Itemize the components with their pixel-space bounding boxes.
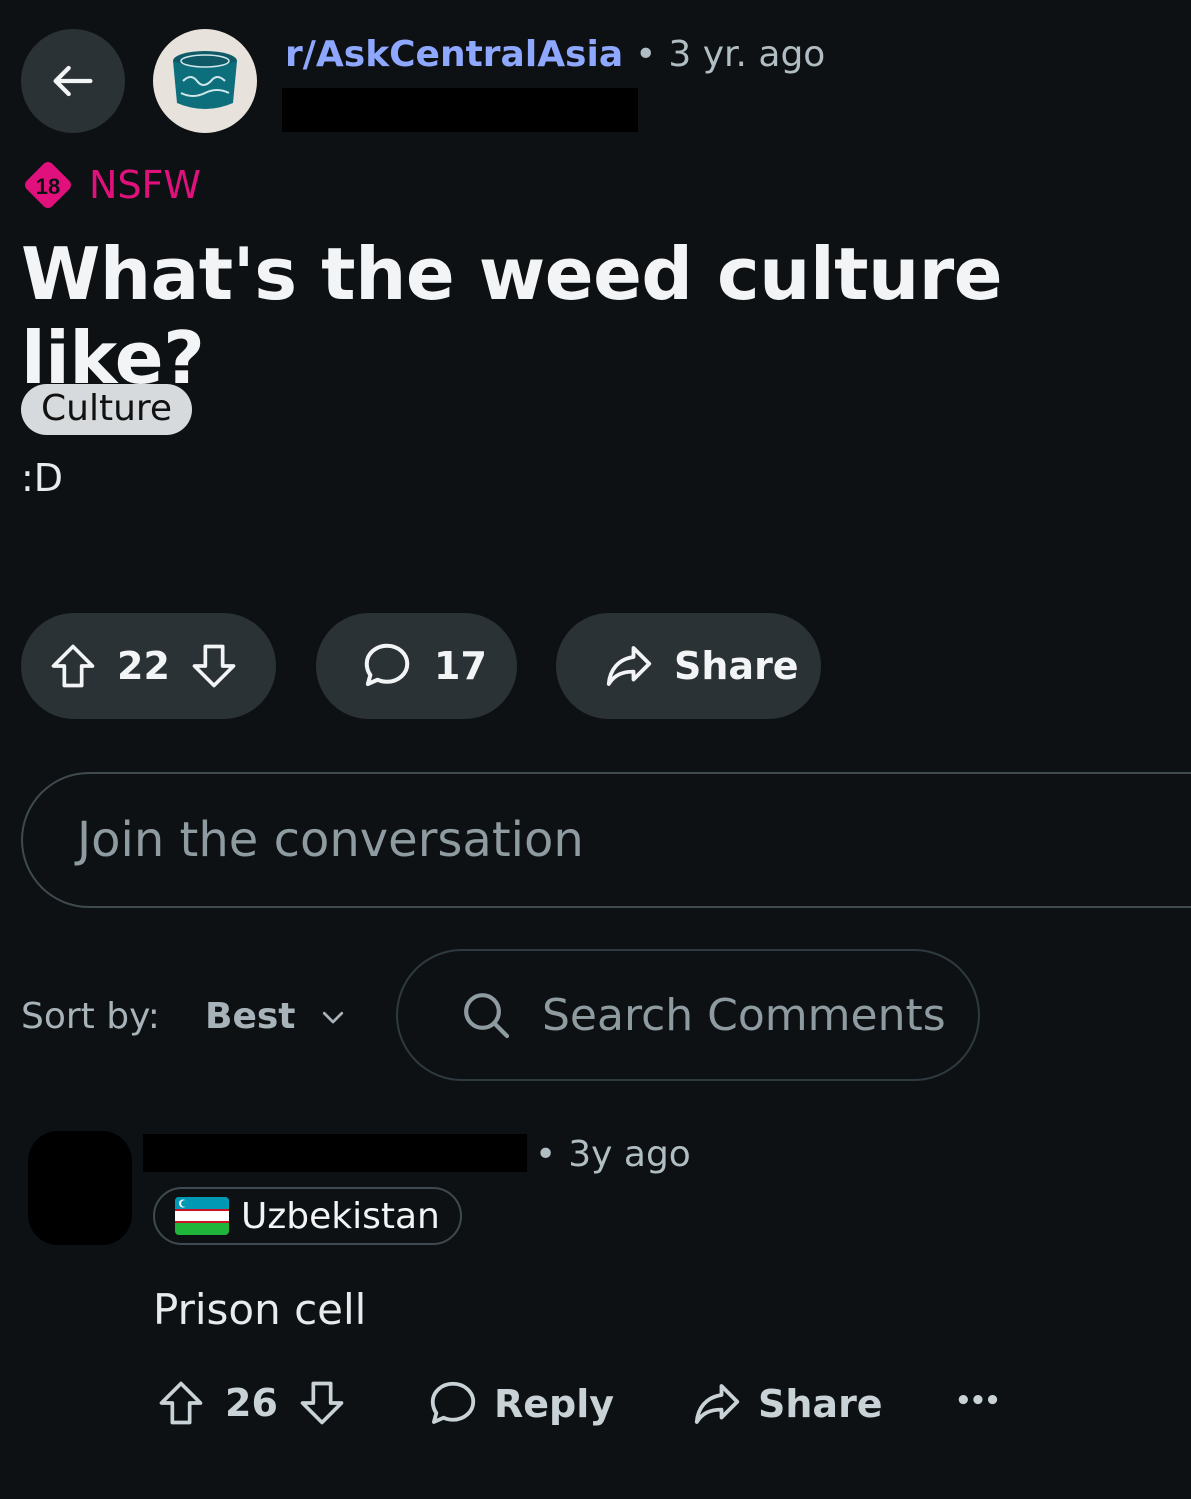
comment-share-label: Share [758, 1382, 883, 1426]
chevron-down-icon [322, 1011, 343, 1023]
sort-value: Best [205, 996, 296, 1037]
comments-button[interactable]: 17 [316, 613, 517, 719]
vote-bar: 22 [21, 613, 276, 719]
comment-vote-count: 26 [225, 1381, 278, 1425]
subreddit-link[interactable]: r/AskCentralAsia [285, 34, 623, 75]
vote-count: 22 [117, 644, 170, 688]
user-flair-label: Uzbekistan [241, 1195, 440, 1237]
post-title: What's the weed culture like? [21, 232, 1003, 400]
user-flair: Uzbekistan [153, 1187, 462, 1245]
uzbekistan-flag-icon [175, 1197, 229, 1235]
redacted-commenter-avatar [28, 1131, 132, 1245]
sort-label: Sort by: [21, 996, 160, 1037]
search-icon [464, 993, 510, 1039]
back-button[interactable] [21, 29, 125, 133]
post-time: 3 yr. ago [668, 34, 826, 75]
comment-separator: • [535, 1134, 557, 1175]
upvote-icon[interactable] [47, 640, 99, 692]
sort-control: Sort by: [21, 996, 160, 1037]
comment-icon [364, 643, 410, 687]
nsfw-badge-icon: 18 [25, 162, 71, 208]
nsfw-tag: 18 NSFW [21, 158, 201, 212]
search-comments-input[interactable]: Search Comments [396, 949, 980, 1081]
comment-time: 3y ago [568, 1134, 691, 1175]
nsfw-label: NSFW [89, 163, 201, 207]
reply-label: Reply [494, 1382, 615, 1426]
back-arrow-icon [53, 65, 93, 97]
post-flair[interactable]: Culture [21, 384, 193, 435]
comment-count: 17 [434, 644, 487, 688]
search-placeholder: Search Comments [542, 989, 946, 1041]
comment-body: Prison cell [153, 1285, 367, 1334]
sort-dropdown[interactable]: Best [205, 996, 348, 1037]
meta-separator: • [635, 34, 657, 75]
subreddit-hat-icon [173, 51, 237, 109]
redacted-commenter-name [143, 1134, 527, 1172]
comment-share-button[interactable]: Share [690, 1377, 883, 1431]
subreddit-avatar[interactable] [153, 29, 257, 133]
post-body: :D [21, 456, 64, 500]
join-placeholder: Join the conversation [77, 812, 584, 868]
reply-button[interactable]: Reply [426, 1377, 614, 1431]
reply-comment-icon [430, 1381, 476, 1424]
downvote-icon[interactable] [188, 640, 240, 692]
redacted-username [282, 88, 638, 132]
comment-upvote-icon[interactable] [155, 1377, 207, 1429]
comment-share-icon [694, 1384, 740, 1424]
share-label: Share [674, 644, 799, 688]
more-icon[interactable]: ••• [955, 1386, 1001, 1416]
svg-text:18: 18 [36, 174, 60, 199]
share-icon [606, 646, 652, 686]
comment-vote-bar: 26 [155, 1377, 348, 1429]
share-button[interactable]: Share [556, 613, 821, 719]
comment-downvote-icon[interactable] [296, 1377, 348, 1429]
join-conversation-input[interactable]: Join the conversation [21, 772, 1191, 908]
